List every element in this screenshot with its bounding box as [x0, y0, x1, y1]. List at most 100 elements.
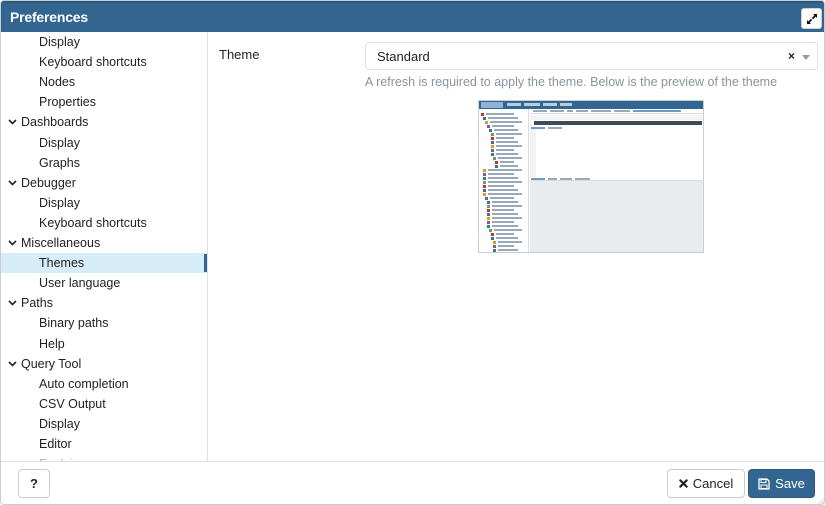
tree-group-item[interactable]: Paths [1, 293, 207, 313]
tree-item-label: Auto completion [39, 376, 129, 391]
preview-tree-node-icon [485, 120, 488, 124]
dialog-titlebar[interactable]: Preferences [1, 1, 824, 32]
preview-toolbar [530, 115, 703, 120]
tree-item[interactable]: Graphs [1, 153, 207, 173]
tree-item-label: Display [39, 35, 80, 49]
close-icon [679, 479, 688, 488]
tree-group-item[interactable]: Miscellaneous [1, 233, 207, 253]
save-button[interactable]: Save [748, 469, 815, 498]
tree-item-label: Binary paths [39, 316, 109, 331]
preview-tree-node-icon [491, 132, 494, 136]
tree-item[interactable]: Keyboard shortcuts [1, 213, 207, 233]
preview-tree-node-icon [493, 248, 496, 252]
tree-item-label: Themes [39, 256, 85, 271]
preview-tree-node-label [488, 177, 518, 179]
tree-item-label: Keyboard shortcuts [39, 215, 147, 230]
preview-tab-active [633, 110, 681, 112]
preview-tab [533, 110, 547, 112]
preview-tab [575, 178, 590, 180]
chevron-down-icon[interactable] [7, 354, 17, 374]
tree-group-item[interactable]: Debugger [1, 173, 207, 193]
chevron-down-icon[interactable] [7, 112, 17, 132]
chevron-down-icon[interactable] [7, 293, 17, 313]
tree-item-label: Paths [21, 296, 53, 311]
preview-tree-node-icon [491, 236, 494, 240]
tree-item[interactable]: Themes [1, 253, 207, 274]
preview-tree-node-icon [491, 152, 494, 156]
tree-item[interactable]: Display [1, 414, 207, 434]
preview-tab [550, 110, 564, 112]
preview-browser-tree [479, 109, 529, 252]
preview-tree-node-icon [495, 164, 498, 168]
tree-item[interactable]: Display [1, 32, 207, 52]
tree-item-label: CSV Output [39, 396, 106, 411]
chevron-down-icon[interactable] [7, 233, 17, 253]
preview-data-grid [530, 181, 703, 252]
tree-item[interactable]: User language [1, 273, 207, 293]
preview-tree-node-icon [491, 144, 494, 148]
preview-tree-node-icon [483, 188, 486, 192]
preview-tree-node-label [498, 241, 522, 243]
theme-help-text: A refresh is required to apply the theme… [365, 75, 778, 89]
clear-selection-icon[interactable]: × [788, 49, 795, 63]
resize-grip-icon[interactable] [818, 498, 824, 504]
maximize-button[interactable] [801, 8, 822, 29]
preview-tree-node-icon [487, 212, 490, 216]
preview-tree-node-icon [481, 112, 484, 116]
tree-item[interactable]: Help [1, 334, 207, 354]
tree-item[interactable]: CSV Output [1, 394, 207, 414]
cancel-button-label: Cancel [692, 476, 734, 491]
tree-item-label: Help [39, 336, 65, 351]
tree-item-label: Explain [39, 454, 80, 461]
preview-tree-node-icon [489, 228, 492, 232]
preview-tree-node-label [492, 205, 522, 207]
preview-tree-node-icon [483, 176, 486, 180]
theme-select-value: Standard [377, 49, 430, 64]
expand-arrows-icon [806, 13, 817, 24]
preview-tree-node-label [492, 201, 518, 203]
preview-tree-node-label [492, 217, 522, 219]
preview-tab [567, 110, 573, 112]
tree-item-label: Editor [39, 437, 72, 451]
preview-tree-node-icon [487, 224, 490, 228]
help-button[interactable]: ? [18, 469, 50, 498]
preview-tree-node-label [492, 221, 514, 223]
tree-group-item[interactable]: Query Tool [1, 354, 207, 374]
preview-tab [614, 110, 630, 112]
tree-item[interactable]: Nodes [1, 72, 207, 92]
preferences-tree: Display Keyboard shortcuts Nodes Properties… [1, 32, 208, 461]
preview-tree-node-icon [493, 156, 496, 160]
tree-item[interactable]: Display [1, 133, 207, 153]
preview-tree-node-label [496, 233, 514, 235]
preview-tree-node-label [486, 113, 514, 115]
preview-tree-node-label [496, 133, 522, 135]
chevron-down-icon[interactable] [7, 173, 17, 193]
theme-select[interactable]: Standard × [365, 42, 818, 70]
tree-item[interactable]: Properties [1, 92, 207, 112]
tree-item-label: Display [39, 135, 80, 150]
dropdown-arrow-icon[interactable] [802, 55, 810, 60]
tree-item[interactable]: Keyboard shortcuts [1, 52, 207, 72]
preview-tree-node-icon [489, 128, 492, 132]
tree-item[interactable]: Binary paths [1, 313, 207, 333]
preview-tab [548, 178, 557, 180]
tree-item[interactable]: Display [1, 193, 207, 213]
preview-menu-item [524, 103, 540, 106]
tree-group-item[interactable]: Dashboards [1, 112, 207, 132]
tree-item[interactable]: Auto completion [1, 374, 207, 394]
tree-item-label: Properties [39, 95, 96, 110]
preview-tab [560, 178, 572, 180]
preview-tree-node-label [488, 169, 522, 171]
preview-tree-node-label [498, 157, 522, 159]
preview-tree-node-label [488, 117, 518, 119]
tree-item[interactable]: Explain [1, 454, 207, 461]
preview-tree-node-label [498, 249, 518, 251]
tree-item[interactable]: Editor [1, 434, 207, 454]
preview-menu-item [543, 103, 557, 106]
preview-tree-node-label [490, 121, 522, 123]
preview-tree-node-icon [483, 116, 486, 120]
preview-tree-node-icon [491, 148, 494, 152]
cancel-button[interactable]: Cancel [667, 469, 745, 498]
preview-tree-node-label [494, 229, 522, 231]
preview-tree-node-label [496, 153, 518, 155]
